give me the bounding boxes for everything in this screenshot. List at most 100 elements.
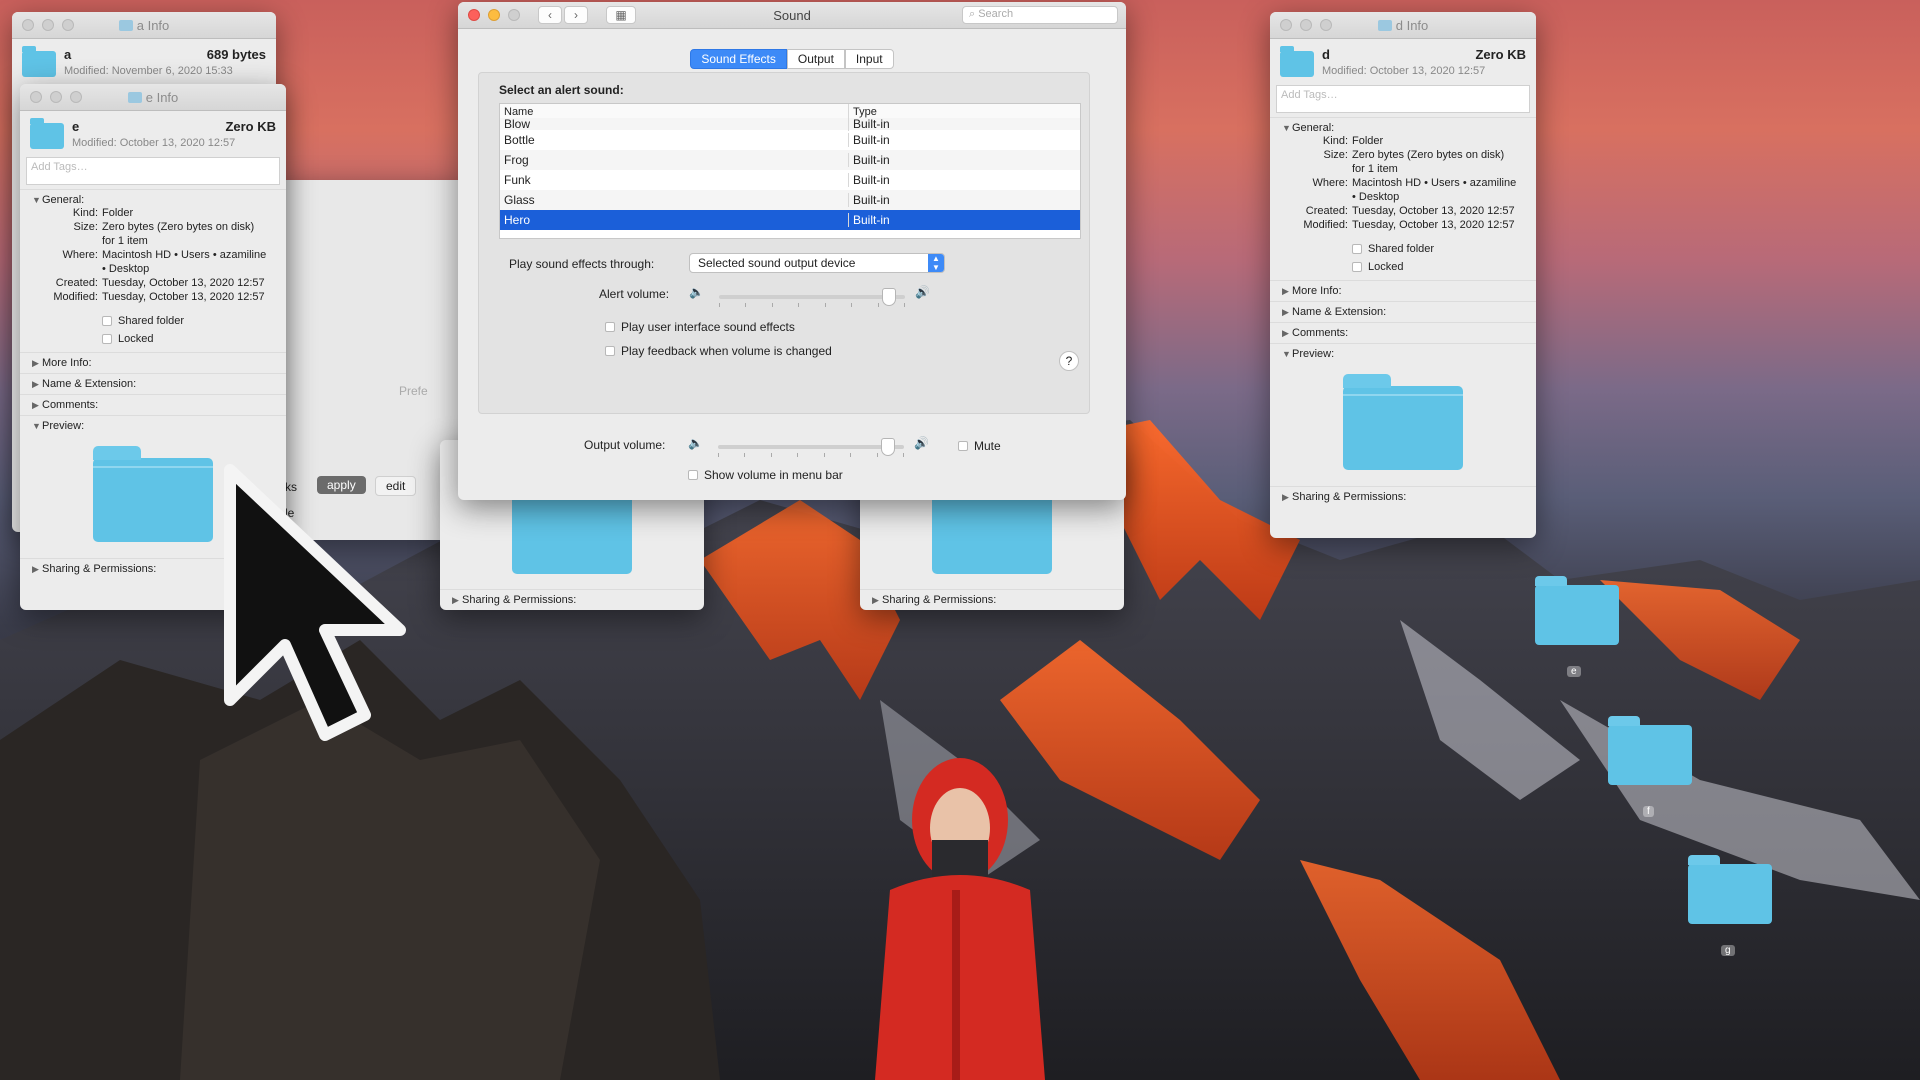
slider-knob[interactable] xyxy=(882,288,896,306)
disclosure-triangle-icon[interactable]: ▶ xyxy=(1282,307,1292,318)
titlebar[interactable]: a Info xyxy=(12,12,276,39)
tab-sound-effects[interactable]: Sound Effects xyxy=(690,49,787,69)
desktop-folder-icon[interactable] xyxy=(1688,855,1772,924)
table-row-selected[interactable]: Hero Built-in xyxy=(500,210,1080,230)
section-comments[interactable]: Comments: xyxy=(42,399,98,411)
section-sharing[interactable]: Sharing & Permissions: xyxy=(462,594,576,606)
locked-label: Locked xyxy=(1368,261,1404,273)
created-label: Created: xyxy=(55,277,98,289)
section-name-extension[interactable]: Name & Extension: xyxy=(42,378,136,390)
section-general[interactable]: General: xyxy=(1292,122,1334,134)
help-button[interactable]: ? xyxy=(1059,351,1079,371)
titlebar[interactable]: e Info xyxy=(20,84,286,111)
table-row[interactable]: Glass Built-in xyxy=(500,190,1080,210)
kind-label: Kind: xyxy=(72,207,98,219)
search-icon: ⌕ xyxy=(969,8,979,20)
table-row[interactable]: Frog Built-in xyxy=(500,150,1080,170)
alert-sound-table[interactable]: Name Type Blow Built-in Bottle Built-in Fro… xyxy=(499,103,1081,239)
tags-input[interactable]: Add Tags… xyxy=(26,157,280,185)
disclosure-triangle-icon[interactable]: ▶ xyxy=(872,595,882,606)
table-row[interactable]: Funk Built-in xyxy=(500,170,1080,190)
tags-input[interactable]: Add Tags… xyxy=(1276,85,1530,113)
search-input[interactable]: ⌕ Search xyxy=(962,6,1118,24)
shared-folder-checkbox[interactable] xyxy=(1352,244,1362,254)
ui-sound-effects-label: Play user interface sound effects xyxy=(621,320,795,334)
search-placeholder: Search xyxy=(978,8,1014,20)
disclosure-triangle-icon[interactable]: ▼ xyxy=(1282,349,1292,359)
item-name: d xyxy=(1322,47,1330,62)
section-sharing[interactable]: Sharing & Permissions: xyxy=(1292,491,1406,503)
modified-label: Modified: xyxy=(53,291,98,303)
disclosure-triangle-icon[interactable]: ▶ xyxy=(32,358,42,369)
modified-value: Tuesday, October 13, 2020 12:57 xyxy=(102,291,265,303)
titlebar[interactable]: d Info xyxy=(1270,12,1536,39)
kind-label: Kind: xyxy=(1322,135,1348,147)
volume-feedback-checkbox[interactable] xyxy=(605,346,615,356)
disclosure-triangle-icon[interactable]: ▶ xyxy=(32,379,42,390)
where-value-2: • Desktop xyxy=(102,263,150,275)
where-value: Macintosh HD • Users • azamiline xyxy=(102,249,267,261)
section-preview[interactable]: Preview: xyxy=(1292,348,1334,360)
disclosure-triangle-icon[interactable]: ▼ xyxy=(1282,123,1292,133)
window-title: e Info xyxy=(145,90,179,105)
section-more-info[interactable]: More Info: xyxy=(1292,285,1342,297)
desktop-folder-icon[interactable] xyxy=(1535,576,1619,645)
created-label: Created: xyxy=(1305,205,1348,217)
size-value-2: for 1 item xyxy=(1352,163,1398,175)
mute-checkbox[interactable] xyxy=(958,441,968,451)
speaker-low-icon: 🔈 xyxy=(689,285,704,299)
cursor-arrow-icon xyxy=(224,464,406,741)
folder-icon xyxy=(30,118,64,149)
shared-folder-checkbox[interactable] xyxy=(102,316,112,326)
size-value-2: for 1 item xyxy=(102,235,148,247)
desktop-folder-label[interactable]: e xyxy=(1567,666,1581,677)
item-size: 689 bytes xyxy=(206,47,266,62)
disclosure-triangle-icon[interactable]: ▼ xyxy=(32,195,42,205)
disclosure-triangle-icon[interactable]: ▶ xyxy=(32,400,42,411)
disclosure-triangle-icon[interactable]: ▼ xyxy=(32,421,42,431)
disclosure-triangle-icon[interactable]: ▶ xyxy=(1282,286,1292,297)
section-general[interactable]: General: xyxy=(42,194,84,206)
folder-preview-icon xyxy=(93,446,213,542)
tab-output[interactable]: Output xyxy=(786,49,845,69)
show-volume-menubar-checkbox[interactable] xyxy=(688,470,698,480)
alert-volume-slider[interactable] xyxy=(719,288,905,307)
section-comments[interactable]: Comments: xyxy=(1292,327,1348,339)
desktop-folder-label[interactable]: g xyxy=(1721,945,1735,956)
folder-preview-icon xyxy=(512,478,632,574)
where-value-2: • Desktop xyxy=(1352,191,1400,203)
sound-preferences-window[interactable]: ‹ › ▦ Sound ⌕ Search Sound Effects Outpu… xyxy=(458,2,1126,500)
select-alert-label: Select an alert sound: xyxy=(499,83,624,97)
tab-input[interactable]: Input xyxy=(844,49,894,69)
section-more-info[interactable]: More Info: xyxy=(42,357,92,369)
folder-icon xyxy=(1377,20,1392,31)
section-sharing[interactable]: Sharing & Permissions: xyxy=(882,594,996,606)
table-row[interactable]: Bottle Built-in xyxy=(500,130,1080,150)
show-volume-menubar-label: Show volume in menu bar xyxy=(704,468,843,482)
info-window-d[interactable]: d Info d Zero KB Modified: October 13, 20… xyxy=(1270,12,1536,538)
item-modified: Modified: October 13, 2020 12:57 xyxy=(1322,65,1486,77)
slider-knob[interactable] xyxy=(881,438,895,456)
locked-checkbox[interactable] xyxy=(102,334,112,344)
section-name-extension[interactable]: Name & Extension: xyxy=(1292,306,1386,318)
ui-sound-effects-checkbox[interactable] xyxy=(605,322,615,332)
folder-preview-icon xyxy=(1343,374,1463,470)
disclosure-triangle-icon[interactable]: ▶ xyxy=(1282,328,1292,339)
locked-checkbox[interactable] xyxy=(1352,262,1362,272)
prefs-fragment: Prefe xyxy=(399,384,428,398)
section-preview[interactable]: Preview: xyxy=(42,420,84,432)
table-row[interactable]: Blow Built-in xyxy=(500,117,1080,131)
disclosure-triangle-icon[interactable]: ▶ xyxy=(32,564,42,575)
titlebar[interactable]: ‹ › ▦ Sound ⌕ Search xyxy=(458,2,1126,29)
item-size: Zero KB xyxy=(1475,47,1526,62)
output-volume-slider[interactable] xyxy=(718,438,904,457)
desktop-folder-label[interactable]: f xyxy=(1643,806,1654,817)
size-value: Zero bytes (Zero bytes on disk) xyxy=(102,221,255,233)
shared-folder-label: Shared folder xyxy=(1368,243,1435,255)
disclosure-triangle-icon[interactable]: ▶ xyxy=(452,595,462,606)
section-sharing[interactable]: Sharing & Permissions: xyxy=(42,563,156,575)
speaker-low-icon: 🔈 xyxy=(688,436,703,450)
play-through-select[interactable]: Selected sound output device ▲ ▼ xyxy=(689,253,945,273)
disclosure-triangle-icon[interactable]: ▶ xyxy=(1282,492,1292,503)
desktop-folder-icon[interactable] xyxy=(1608,716,1692,785)
